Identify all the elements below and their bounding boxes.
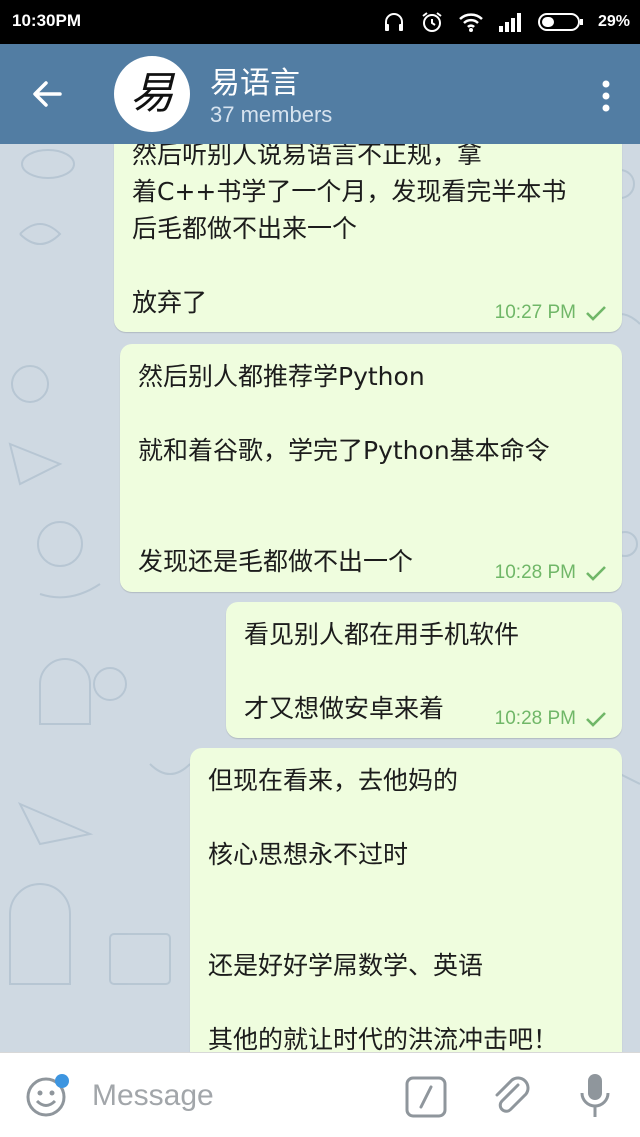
message-line — [208, 799, 604, 836]
message-line — [132, 247, 604, 284]
status-icons: 29% — [382, 8, 630, 36]
message-line — [208, 984, 604, 1021]
signal-icon — [498, 13, 521, 32]
message-line — [244, 653, 604, 690]
message-line: 看见别人都在用手机软件 — [244, 620, 520, 649]
smiley-icon[interactable] — [24, 1071, 72, 1119]
message-time: 10:27 PM — [494, 302, 576, 323]
message-line: 然后听别人说易语言不正规，拿 — [132, 144, 483, 169]
message-line: 还是好好学屌数学、英语 — [208, 951, 484, 980]
message-line — [138, 506, 604, 543]
status-time: 10:30PM — [12, 11, 81, 30]
check-icon — [586, 306, 606, 321]
message-bubble[interactable]: 然后别人都推荐学Python 就和着谷歌，学完了Python基本命令 发现还是毛… — [120, 344, 622, 592]
group-avatar[interactable]: 易 — [114, 56, 190, 132]
message-meta: 10:28 PM — [495, 562, 608, 584]
microphone-icon[interactable] — [578, 1071, 612, 1121]
check-icon — [586, 712, 606, 727]
message-bubble[interactable]: 看见别人都在用手机软件 才又想做安卓来着 10:28 PM — [226, 602, 622, 738]
message-time: 10:28 PM — [494, 562, 576, 583]
message-line — [208, 873, 604, 910]
message-line: 着C++书学了一个月，发现看完半本书 — [132, 177, 567, 206]
more-vertical-icon[interactable] — [598, 76, 614, 116]
paperclip-icon[interactable] — [488, 1073, 534, 1119]
message-line: 其他的就让时代的洪流冲击吧！ — [208, 1025, 559, 1052]
message-list[interactable]: 然后听别人说易语言不正规，拿 着C++书学了一个月，发现看完半本书 后毛都做不出… — [0, 144, 640, 1052]
battery-icon — [537, 13, 583, 31]
message-composer — [0, 1052, 640, 1137]
message-line — [208, 910, 604, 947]
battery-percent: 29% — [597, 13, 630, 30]
message-line: 后毛都做不出来一个 — [132, 214, 358, 243]
message-bubble[interactable]: 但现在看来，去他妈的 核心思想永不过时 还是好好学屌数学、英语 其他的就让时代的… — [190, 748, 622, 1052]
message-meta: 10:27 PM — [495, 302, 608, 324]
message-line: 然后别人都推荐学Python — [138, 362, 425, 391]
arrow-left-icon[interactable] — [26, 74, 70, 114]
message-meta: 10:28 PM — [495, 708, 608, 730]
message-bubble[interactable]: 然后听别人说易语言不正规，拿 着C++书学了一个月，发现看完半本书 后毛都做不出… — [114, 144, 622, 332]
chat-title[interactable]: 易语言 — [210, 58, 300, 102]
message-line: 就和着谷歌，学完了Python基本命令 — [138, 436, 550, 465]
alarm-icon — [422, 12, 442, 32]
message-line — [138, 395, 604, 432]
wifi-icon — [459, 13, 483, 32]
message-line — [138, 469, 604, 506]
slash-command-icon[interactable] — [404, 1075, 448, 1119]
headset-icon — [384, 13, 403, 31]
avatar-glyph: 易 — [130, 68, 176, 119]
message-time: 10:28 PM — [494, 708, 576, 729]
status-bar: 10:30PM 29% — [0, 0, 640, 44]
group-avatar-image: 易 — [130, 68, 176, 119]
message-input[interactable] — [92, 1073, 392, 1119]
member-count: 37 members — [210, 102, 333, 127]
check-icon — [586, 566, 606, 581]
message-line: 但现在看来，去他妈的 — [208, 766, 459, 795]
chat-header: 易 易语言 37 members — [0, 44, 640, 144]
message-line: 核心思想永不过时 — [208, 840, 409, 869]
